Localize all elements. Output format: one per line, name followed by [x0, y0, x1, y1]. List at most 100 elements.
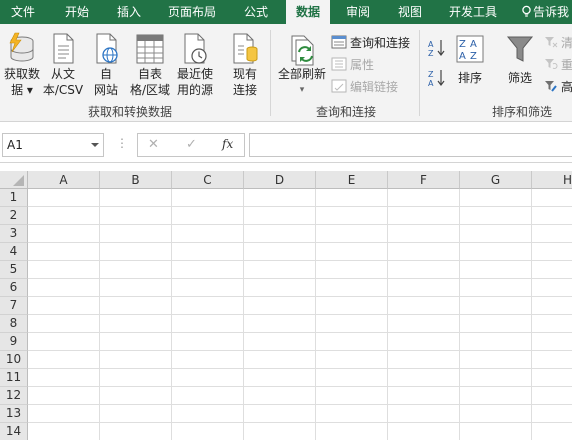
get-data-button[interactable]: 获取数 据 ▾ — [0, 32, 44, 98]
row-header-5[interactable]: 5 — [0, 261, 28, 279]
column-header-c[interactable]: C — [172, 171, 244, 189]
clear-filter-icon — [545, 37, 558, 48]
tab-view[interactable]: 视图 — [390, 0, 430, 24]
insert-function-icon[interactable]: fx — [222, 137, 233, 151]
properties-button[interactable]: 属性 — [331, 54, 374, 74]
from-table-label-1: 自表 — [137, 67, 162, 81]
web-page-icon — [96, 33, 118, 64]
tab-formulas[interactable]: 公式 — [236, 0, 276, 24]
edit-links-button[interactable]: 编辑链接 — [331, 76, 398, 96]
row-header-3[interactable]: 3 — [0, 225, 28, 243]
row-header-9[interactable]: 9 — [0, 333, 28, 351]
gridline — [28, 350, 572, 351]
tell-me-label: 告诉我 — [533, 5, 570, 19]
column-header-f[interactable]: F — [388, 171, 460, 189]
row-header-4[interactable]: 4 — [0, 243, 28, 261]
filter-label: 筛选 — [507, 71, 532, 85]
refresh-all-label-1: 全部刷新 — [277, 67, 326, 81]
row-header-11[interactable]: 11 — [0, 369, 28, 387]
row-header-1[interactable]: 1 — [0, 189, 28, 207]
row-header-2[interactable]: 2 — [0, 207, 28, 225]
select-all-corner[interactable] — [0, 171, 28, 189]
row-header-14[interactable]: 14 — [0, 423, 28, 440]
tab-review[interactable]: 审阅 — [338, 0, 378, 24]
svg-text:Z: Z — [428, 70, 434, 79]
tab-page-layout[interactable]: 页面布局 — [162, 0, 222, 24]
column-header-e[interactable]: E — [316, 171, 388, 189]
name-box-value: A1 — [7, 138, 23, 152]
sort-descending-button[interactable]: Z A — [424, 68, 450, 88]
column-header-d[interactable]: D — [244, 171, 316, 189]
name-box-dropdown-icon[interactable] — [91, 143, 99, 147]
database-lightning-icon — [9, 32, 34, 62]
edit-links-icon — [331, 79, 347, 93]
recent-sources-label-1: 最近使 — [176, 67, 213, 81]
from-table-range-button[interactable]: 自表 格/区域 — [126, 32, 174, 98]
get-transform-group-label: 获取和转换数据 — [88, 105, 173, 119]
queries-connections-button[interactable]: 查询和连接 — [331, 32, 410, 52]
tab-file[interactable]: 文件 — [4, 0, 42, 24]
gridline — [28, 296, 572, 297]
tab-developer[interactable]: 开发工具 — [442, 0, 504, 24]
svg-text:A: A — [428, 40, 434, 49]
enter-icon[interactable]: ✓ — [186, 137, 197, 152]
advanced-filter-label: 高 — [561, 79, 572, 94]
queries-pane-icon — [331, 35, 347, 49]
sort-ascending-button[interactable]: A Z — [424, 38, 450, 58]
clear-filter-button[interactable]: 清 — [544, 32, 572, 52]
column-header-h[interactable]: H — [532, 171, 572, 189]
svg-text:Z: Z — [428, 49, 434, 58]
refresh-all-button[interactable]: 全部刷新 ▾ — [276, 32, 328, 98]
advanced-filter-button[interactable]: 高 — [544, 76, 572, 96]
row-header-8[interactable]: 8 — [0, 315, 28, 333]
svg-text:Z: Z — [470, 51, 477, 62]
sort-label: 排序 — [457, 71, 482, 85]
from-text-label-1: 从文 — [50, 67, 75, 81]
row-header-6[interactable]: 6 — [0, 279, 28, 297]
filter-funnel-icon — [506, 36, 534, 62]
column-header-b[interactable]: B — [100, 171, 172, 189]
row-header-12[interactable]: 12 — [0, 387, 28, 405]
from-web-button[interactable]: 自 网站 — [88, 32, 124, 98]
edit-links-label: 编辑链接 — [350, 79, 399, 94]
ribbon-tab-bar: 文件 开始 插入 页面布局 公式 数据 审阅 视图 开发工具 告诉我 — [0, 0, 572, 24]
from-text-csv-button[interactable]: 从文 本/CSV — [40, 32, 86, 98]
formula-input[interactable] — [249, 133, 572, 157]
recent-sources-label-2: 用的源 — [176, 83, 213, 97]
lightbulb-icon — [522, 5, 531, 17]
tab-data[interactable]: 数据 — [286, 0, 330, 24]
tab-home[interactable]: 开始 — [58, 0, 96, 24]
cancel-icon[interactable]: ✕ — [148, 137, 159, 152]
text-file-icon — [53, 33, 74, 64]
existing-connections-button[interactable]: 现有 连接 — [226, 32, 264, 98]
existing-connections-label-2: 连接 — [232, 83, 257, 97]
recent-sources-button[interactable]: 最近使 用的源 — [174, 32, 216, 98]
row-header-7[interactable]: 7 — [0, 297, 28, 315]
column-header-a[interactable]: A — [28, 171, 100, 189]
formula-bar-grip-icon[interactable]: ⋮ — [116, 136, 128, 150]
existing-connection-icon — [233, 33, 258, 64]
reapply-filter-button[interactable]: 重 — [544, 54, 572, 74]
gridline — [28, 206, 572, 207]
tab-insert[interactable]: 插入 — [110, 0, 148, 24]
gridline — [28, 332, 572, 333]
gridline — [28, 422, 572, 423]
column-header-g[interactable]: G — [460, 171, 532, 189]
filter-button[interactable]: 筛选 — [500, 34, 540, 86]
formula-buttons: ✕ ✓ fx — [137, 133, 245, 157]
name-box[interactable]: A1 — [2, 133, 104, 157]
gridline — [28, 368, 572, 369]
sort-a-to-z-icon: A Z — [428, 40, 445, 58]
worksheet-grid[interactable]: A B C D E F G H 1 2 3 4 5 6 7 8 9 10 11 12 13 14 — [0, 171, 572, 440]
advanced-filter-icon — [545, 81, 557, 92]
row-header-10[interactable]: 10 — [0, 351, 28, 369]
tell-me-search[interactable]: 告诉我 — [520, 0, 572, 24]
existing-connections-label-1: 现有 — [232, 67, 257, 81]
gridline — [28, 404, 572, 405]
refresh-all-icon — [291, 35, 314, 66]
row-header-13[interactable]: 13 — [0, 405, 28, 423]
gridline — [28, 386, 572, 387]
svg-text:Z: Z — [459, 39, 466, 50]
select-all-triangle-icon — [13, 175, 24, 186]
sort-button[interactable]: Z A A Z 排序 — [452, 34, 488, 86]
